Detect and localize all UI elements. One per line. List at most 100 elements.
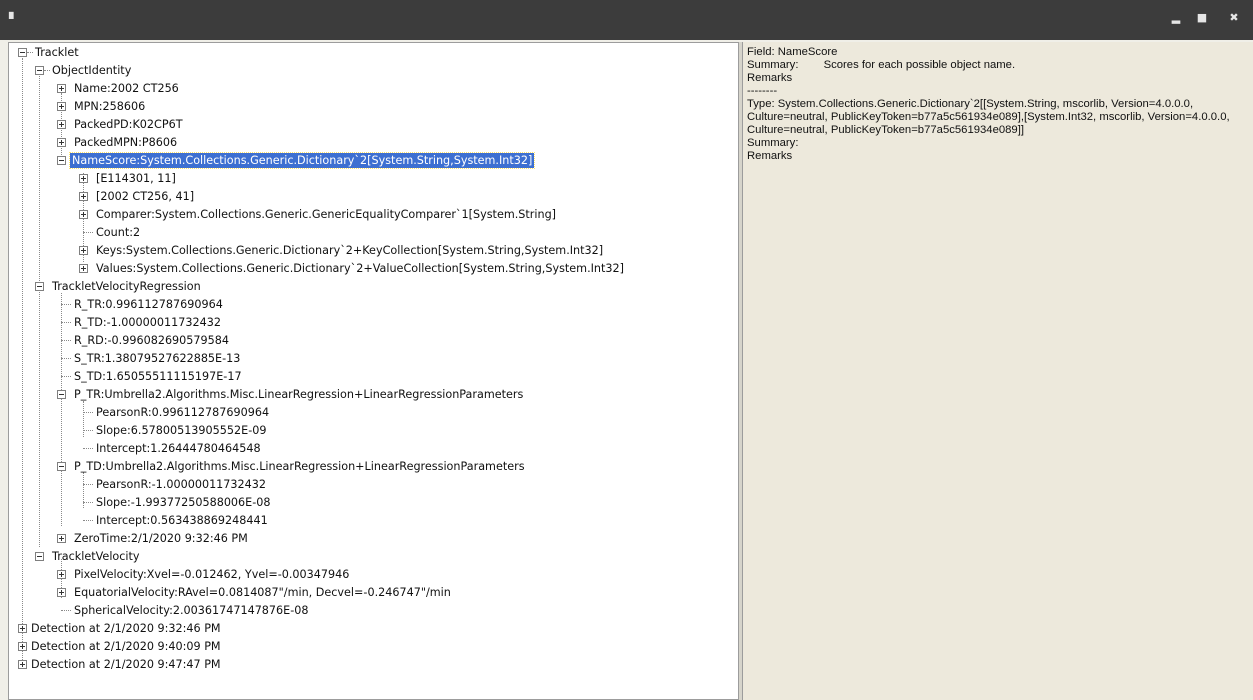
- tree-node-label: Name:2002 CT256: [74, 82, 179, 95]
- expand-icon[interactable]: [18, 642, 27, 651]
- tree-node-label: ZeroTime:2/1/2020 9:32:46 PM: [74, 532, 248, 545]
- window-menu-icon[interactable]: ▘: [9, 12, 18, 26]
- title-bar: ▘ ▂ ■ ✖: [0, 0, 1253, 40]
- tree-node-detection[interactable]: Detection at 2/1/2020 9:47:47 PM: [14, 656, 223, 673]
- tree-node-r-td[interactable]: R_TD:-1.00000011732432: [53, 314, 223, 331]
- tree-node-label: R_TD:-1.00000011732432: [74, 316, 221, 329]
- tree-node-pearsonr[interactable]: PearsonR:0.996112787690964: [75, 404, 271, 421]
- tree-node-intercept[interactable]: Intercept:1.26444780464548: [75, 440, 263, 457]
- tree-node-slope[interactable]: Slope:6.57800513905552E-09: [75, 422, 268, 439]
- tree-line: [83, 448, 93, 449]
- tree-node-slope[interactable]: Slope:-1.99377250588006E-08: [75, 494, 273, 511]
- tree-node-equatorialvelocity[interactable]: EquatorialVelocity:RAvel=0.0814087"/min,…: [53, 584, 453, 601]
- tree-node-label: TrackletVelocity: [52, 550, 140, 563]
- expand-icon[interactable]: [57, 120, 66, 129]
- tree-node-zerotime[interactable]: ZeroTime:2/1/2020 9:32:46 PM: [53, 530, 250, 547]
- tree-node-label: R_TR:0.996112787690964: [74, 298, 223, 311]
- expand-icon[interactable]: [57, 138, 66, 147]
- tree-node-r-tr[interactable]: R_TR:0.996112787690964: [53, 296, 225, 313]
- expand-icon[interactable]: [79, 210, 88, 219]
- tree-node-label: P_TR:Umbrella2.Algorithms.Misc.LinearReg…: [74, 388, 524, 401]
- field-info-pane: Field: NameScore Summary: Scores for eac…: [742, 42, 1253, 700]
- expand-icon[interactable]: [57, 84, 66, 93]
- tree-node-entry[interactable]: [2002 CT256, 41]: [75, 188, 196, 205]
- expand-icon[interactable]: [57, 102, 66, 111]
- tree-node-sphericalvelocity[interactable]: SphericalVelocity:2.00361747147876E-08: [53, 602, 311, 619]
- tree-node-keys[interactable]: Keys:System.Collections.Generic.Dictiona…: [75, 242, 605, 259]
- tree-node-s-td[interactable]: S_TD:1.65055511115197E-17: [53, 368, 244, 385]
- tree-line: [61, 610, 71, 611]
- expand-icon[interactable]: [18, 624, 27, 633]
- tree-node-objectidentity[interactable]: ObjectIdentity: [31, 62, 133, 79]
- tree-node-namescore[interactable]: NameScore:System.Collections.Generic.Dic…: [53, 152, 536, 169]
- tree-node-label: Detection at 2/1/2020 9:32:46 PM: [31, 622, 221, 635]
- expand-icon[interactable]: [79, 192, 88, 201]
- tree-node-label: Values:System.Collections.Generic.Dictio…: [96, 262, 625, 275]
- maximize-button[interactable]: ■: [1194, 10, 1210, 26]
- expand-icon[interactable]: [79, 246, 88, 255]
- tree-node-values[interactable]: Values:System.Collections.Generic.Dictio…: [75, 260, 626, 277]
- collapse-icon[interactable]: [18, 48, 27, 57]
- tree-node-label: Intercept:1.26444780464548: [96, 442, 261, 455]
- tree-node-label: Tracklet: [35, 46, 79, 59]
- expand-icon[interactable]: [79, 264, 88, 273]
- tree-node-entry[interactable]: [E114301, 11]: [75, 170, 178, 187]
- tree-node-detection[interactable]: Detection at 2/1/2020 9:32:46 PM: [14, 620, 223, 637]
- tree-node-label: R_RD:-0.996082690579584: [74, 334, 230, 347]
- tree-node-p-td[interactable]: P_TD:Umbrella2.Algorithms.Misc.LinearReg…: [53, 458, 527, 475]
- tree-node-s-tr[interactable]: S_TR:1.38079527622885E-13: [53, 350, 242, 367]
- collapse-icon[interactable]: [35, 552, 44, 561]
- object-tree-view[interactable]: Tracklet ObjectIdentity Name:2002 CT256 …: [8, 42, 739, 700]
- tree-node-packedmpn[interactable]: PackedMPN:P8606: [53, 134, 179, 151]
- tree-node-detection[interactable]: Detection at 2/1/2020 9:40:09 PM: [14, 638, 223, 655]
- tree-node-label: PackedPD:K02CP6T: [74, 118, 183, 131]
- tree-node-label: Slope:-1.99377250588006E-08: [96, 496, 271, 509]
- tree-line: [61, 376, 71, 377]
- tree-node-label: Detection at 2/1/2020 9:40:09 PM: [31, 640, 221, 653]
- tree-node-pixelvelocity[interactable]: PixelVelocity:Xvel=-0.012462, Yvel=-0.00…: [53, 566, 351, 583]
- expand-icon[interactable]: [18, 660, 27, 669]
- tree-node-label: PixelVelocity:Xvel=-0.012462, Yvel=-0.00…: [74, 568, 350, 581]
- tree-line: [44, 70, 50, 71]
- tree-node-label: Count:2: [96, 226, 141, 239]
- tree-node-trackletvelocity[interactable]: TrackletVelocity: [31, 548, 142, 565]
- collapse-icon[interactable]: [57, 390, 66, 399]
- tree-node-label: EquatorialVelocity:RAvel=0.0814087"/min,…: [74, 586, 451, 599]
- minimize-button[interactable]: ▂: [1168, 10, 1184, 26]
- tree-node-tracklet[interactable]: Tracklet: [14, 44, 81, 61]
- tree-node-mpn[interactable]: MPN:258606: [53, 98, 147, 115]
- tree-node-label: Slope:6.57800513905552E-09: [96, 424, 267, 437]
- tree-node-comparer[interactable]: Comparer:System.Collections.Generic.Gene…: [75, 206, 558, 223]
- tree-line: [22, 58, 23, 662]
- tree-node-label: PackedMPN:P8606: [74, 136, 178, 149]
- tree-line: [83, 430, 93, 431]
- expand-icon[interactable]: [57, 588, 66, 597]
- tree-node-label: PearsonR:0.996112787690964: [96, 406, 270, 419]
- tree-node-label: SphericalVelocity:2.00361747147876E-08: [74, 604, 309, 617]
- collapse-icon[interactable]: [35, 66, 44, 75]
- tree-node-p-tr[interactable]: P_TR:Umbrella2.Algorithms.Misc.LinearReg…: [53, 386, 525, 403]
- collapse-icon[interactable]: [35, 282, 44, 291]
- tree-line: [83, 502, 93, 503]
- tree-node-intercept[interactable]: Intercept:0.563438869248441: [75, 512, 270, 529]
- tree-node-count[interactable]: Count:2: [75, 224, 142, 241]
- tree-node-name[interactable]: Name:2002 CT256: [53, 80, 181, 97]
- collapse-icon[interactable]: [57, 156, 66, 165]
- tree-node-label: NameScore:System.Collections.Generic.Dic…: [68, 152, 536, 169]
- expand-icon[interactable]: [57, 534, 66, 543]
- tree-line: [27, 52, 33, 53]
- expand-icon[interactable]: [57, 570, 66, 579]
- tree-line: [83, 232, 93, 233]
- expand-icon[interactable]: [79, 174, 88, 183]
- close-button[interactable]: ✖: [1226, 10, 1242, 26]
- tree-line: [83, 520, 93, 521]
- tree-node-label: ObjectIdentity: [52, 64, 132, 77]
- tree-node-pearsonr[interactable]: PearsonR:-1.00000011732432: [75, 476, 268, 493]
- tree-line: [61, 304, 71, 305]
- tree-node-trackletvelocityregression[interactable]: TrackletVelocityRegression: [31, 278, 203, 295]
- tree-node-packedpd[interactable]: PackedPD:K02CP6T: [53, 116, 185, 133]
- tree-node-label: TrackletVelocityRegression: [52, 280, 201, 293]
- collapse-icon[interactable]: [57, 462, 66, 471]
- tree-node-r-rd[interactable]: R_RD:-0.996082690579584: [53, 332, 231, 349]
- tree-node-label: MPN:258606: [74, 100, 146, 113]
